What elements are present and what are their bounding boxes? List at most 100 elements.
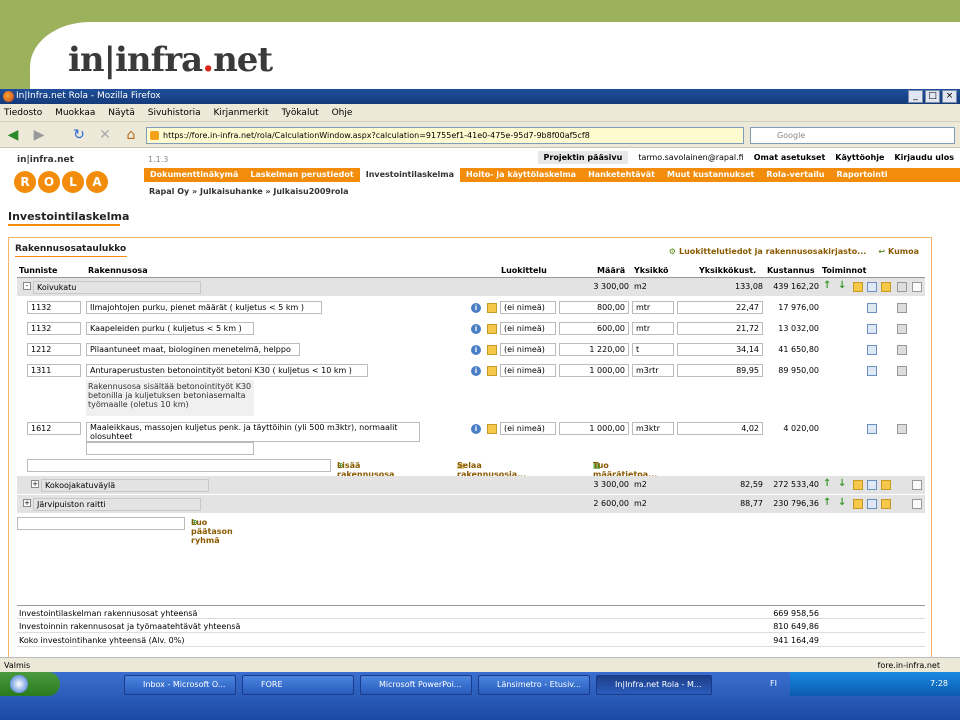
item-id-field[interactable]: 1212: [27, 343, 81, 356]
item-unit-cost-field[interactable]: 22,47: [677, 301, 763, 314]
item-unit-cost-field[interactable]: 34,14: [677, 343, 763, 356]
item-name-field[interactable]: Pilaantuneet maat, biologinen menetelmä,…: [86, 343, 300, 356]
item-unit-cost-field[interactable]: 4,02: [677, 422, 763, 435]
item-id-field[interactable]: 1132: [27, 301, 81, 314]
copy-icon[interactable]: [867, 303, 877, 313]
info-icon[interactable]: i: [471, 324, 481, 334]
move-down-icon[interactable]: ↓: [838, 280, 846, 291]
menu-help[interactable]: Ohje: [332, 108, 353, 118]
maximize-button[interactable]: □: [925, 90, 940, 103]
item-class-field[interactable]: (ei nimeä): [500, 322, 556, 335]
group-name-field[interactable]: Kokoojakatuväylä: [41, 479, 209, 492]
info-icon[interactable]: i: [471, 366, 481, 376]
taskbar-button[interactable]: FORE: [242, 675, 354, 695]
project-home-link[interactable]: Projektin pääsivu: [537, 151, 629, 164]
item-unit-field[interactable]: mtr: [632, 301, 674, 314]
item-qty-field[interactable]: 1 000,00: [559, 364, 629, 377]
group-name-field[interactable]: Koivukatu: [33, 281, 201, 294]
info-icon[interactable]: i: [471, 424, 481, 434]
menu-tools[interactable]: Työkalut: [281, 108, 318, 118]
item-class-field[interactable]: (ei nimeä): [500, 422, 556, 435]
copy-icon[interactable]: [867, 324, 877, 334]
minimize-button[interactable]: _: [908, 90, 923, 103]
delete-icon[interactable]: [897, 345, 907, 355]
tab-basic-info[interactable]: Laskelman perustiedot: [244, 168, 359, 182]
paste-icon[interactable]: [881, 282, 891, 292]
document-icon[interactable]: [912, 480, 922, 490]
info-icon[interactable]: i: [471, 303, 481, 313]
item-unit-field[interactable]: m3ktr: [632, 422, 674, 435]
document-icon[interactable]: [912, 282, 922, 292]
stop-icon[interactable]: ✕: [96, 126, 114, 144]
delete-icon[interactable]: [897, 424, 907, 434]
copy-icon[interactable]: [867, 345, 877, 355]
delete-icon[interactable]: [897, 303, 907, 313]
item-name-field[interactable]: Kaapeleiden purku ( kuljetus < 5 km ): [86, 322, 254, 335]
undo-link[interactable]: ↩ Kumoa: [878, 247, 919, 256]
delete-icon[interactable]: [897, 366, 907, 376]
expand-toggle[interactable]: +: [23, 499, 31, 507]
tab-documents[interactable]: Dokumenttinäkymä: [144, 168, 244, 182]
tab-reporting[interactable]: Raportointi: [831, 168, 894, 182]
move-up-icon[interactable]: ↑: [823, 478, 831, 489]
move-down-icon[interactable]: ↓: [838, 497, 846, 508]
copy-icon[interactable]: [867, 499, 877, 509]
new-item-field[interactable]: [86, 442, 254, 455]
search-field[interactable]: Google: [750, 127, 955, 144]
copy-icon[interactable]: [867, 480, 877, 490]
delete-icon[interactable]: [897, 282, 907, 292]
item-qty-field[interactable]: 1 220,00: [559, 343, 629, 356]
tab-other-costs[interactable]: Muut kustannukset: [661, 168, 760, 182]
add-folder-icon[interactable]: [853, 282, 863, 292]
item-class-field[interactable]: (ei nimeä): [500, 364, 556, 377]
move-down-icon[interactable]: ↓: [838, 478, 846, 489]
item-unit-cost-field[interactable]: 21,72: [677, 322, 763, 335]
folder-icon[interactable]: [487, 324, 497, 334]
tab-investment[interactable]: Investointilaskelma: [359, 168, 461, 182]
logout-link[interactable]: Kirjaudu ulos: [894, 153, 954, 162]
move-up-icon[interactable]: ↑: [823, 497, 831, 508]
back-icon[interactable]: ◀: [4, 126, 22, 144]
add-folder-icon[interactable]: [853, 480, 863, 490]
delete-icon[interactable]: [897, 324, 907, 334]
start-button[interactable]: [0, 672, 60, 696]
copy-icon[interactable]: [867, 366, 877, 376]
paste-icon[interactable]: [881, 499, 891, 509]
close-button[interactable]: ×: [942, 90, 957, 103]
new-group-field[interactable]: [17, 517, 185, 530]
settings-link[interactable]: Omat asetukset: [754, 153, 826, 162]
item-name-field[interactable]: Maaleikkaus, massojen kuljetus penk. ja …: [86, 422, 420, 442]
item-name-field[interactable]: Ilmajohtojen purku, pienet määrät ( kulj…: [86, 301, 322, 314]
taskbar-button[interactable]: Länsimetro - Etusiv...: [478, 675, 590, 695]
tab-maintenance[interactable]: Hoito- ja käyttölaskelma: [460, 168, 582, 182]
breadcrumb[interactable]: Rapal Oy » Julkaisuhanke » Julkaisu2009r…: [149, 187, 349, 196]
tab-comparison[interactable]: Rola-vertailu: [760, 168, 830, 182]
menu-bookmarks[interactable]: Kirjanmerkit: [214, 108, 269, 118]
menu-file[interactable]: Tiedosto: [4, 108, 42, 118]
menu-history[interactable]: Sivuhistoria: [148, 108, 201, 118]
forward-icon[interactable]: ▶: [30, 126, 48, 144]
taskbar-button-active[interactable]: In|Infra.net Rola - M...: [596, 675, 712, 695]
paste-icon[interactable]: [881, 480, 891, 490]
guide-link[interactable]: Käyttöohje: [835, 153, 884, 162]
item-unit-cost-field[interactable]: 89,95: [677, 364, 763, 377]
collapse-toggle[interactable]: -: [23, 282, 31, 290]
item-class-field[interactable]: (ei nimeä): [500, 343, 556, 356]
item-unit-field[interactable]: m3rtr: [632, 364, 674, 377]
item-name-field[interactable]: Anturaperustusten betonointityöt betoni …: [86, 364, 368, 377]
move-up-icon[interactable]: ↑: [823, 280, 831, 291]
folder-icon[interactable]: [487, 366, 497, 376]
taskbar-button[interactable]: Inbox - Microsoft O...: [124, 675, 236, 695]
menu-edit[interactable]: Muokkaa: [55, 108, 95, 118]
item-qty-field[interactable]: 1 000,00: [559, 422, 629, 435]
item-qty-field[interactable]: 800,00: [559, 301, 629, 314]
taskbar-button[interactable]: Microsoft PowerPoi...: [360, 675, 472, 695]
language-indicator[interactable]: FI: [770, 672, 777, 696]
copy-icon[interactable]: [867, 424, 877, 434]
menu-view[interactable]: Näytä: [108, 108, 135, 118]
add-folder-icon[interactable]: [853, 499, 863, 509]
info-icon[interactable]: i: [471, 345, 481, 355]
item-id-field[interactable]: 1612: [27, 422, 81, 435]
copy-icon[interactable]: [867, 282, 877, 292]
item-id-field[interactable]: 1132: [27, 322, 81, 335]
